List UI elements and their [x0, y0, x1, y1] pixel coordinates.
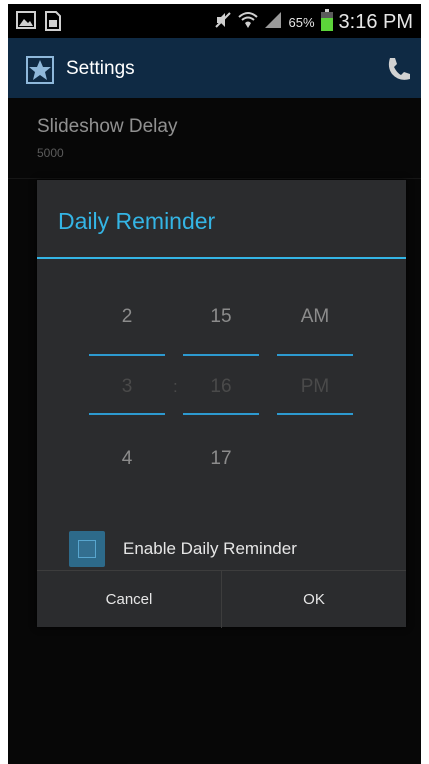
- mute-icon: [214, 11, 232, 34]
- status-bar: 65% 3:16 PM: [8, 4, 421, 38]
- page-title: Settings: [66, 58, 135, 79]
- checkbox-inner: [78, 540, 96, 558]
- ampm-prev[interactable]: AM: [277, 306, 353, 328]
- hour-next[interactable]: 4: [89, 448, 165, 470]
- sim-card-icon: [44, 11, 62, 36]
- signal-icon: [264, 11, 282, 34]
- enable-reminder-checkbox[interactable]: [69, 531, 105, 567]
- enable-reminder-label[interactable]: Enable Daily Reminder: [123, 539, 297, 559]
- picker-divider: [277, 354, 353, 356]
- app-logo-icon[interactable]: [26, 56, 54, 89]
- picker-divider: [277, 413, 353, 415]
- dialog-button-bar: Cancel OK: [37, 570, 406, 628]
- ampm-selected[interactable]: PM: [277, 376, 353, 398]
- hour-selected[interactable]: 3: [89, 376, 165, 398]
- minute-next[interactable]: 17: [183, 448, 259, 470]
- battery-icon: [320, 9, 333, 36]
- battery-percent: 65%: [288, 15, 315, 30]
- picture-icon: [16, 11, 36, 36]
- minute-picker[interactable]: 15 16 17: [183, 180, 259, 627]
- ampm-picker[interactable]: AM PM: [277, 180, 353, 627]
- minute-prev[interactable]: 15: [183, 306, 259, 328]
- wifi-icon: [238, 11, 259, 34]
- picker-divider: [183, 413, 259, 415]
- picker-divider: [183, 354, 259, 356]
- hour-prev[interactable]: 2: [89, 306, 165, 328]
- phone-icon[interactable]: [385, 56, 411, 87]
- picker-divider: [89, 413, 165, 415]
- time-separator: :: [173, 377, 178, 396]
- picker-divider: [89, 354, 165, 356]
- daily-reminder-dialog: Daily Reminder 2 3 4 : 15 16 17 AM PM En…: [37, 180, 406, 628]
- screen: 65% 3:16 PM Settings Slideshow Delay 500…: [8, 4, 421, 764]
- cancel-button[interactable]: Cancel: [37, 571, 221, 628]
- clock: 3:16 PM: [338, 11, 413, 33]
- ok-button[interactable]: OK: [222, 571, 406, 628]
- action-bar: Settings: [8, 38, 421, 98]
- minute-selected[interactable]: 16: [183, 376, 259, 398]
